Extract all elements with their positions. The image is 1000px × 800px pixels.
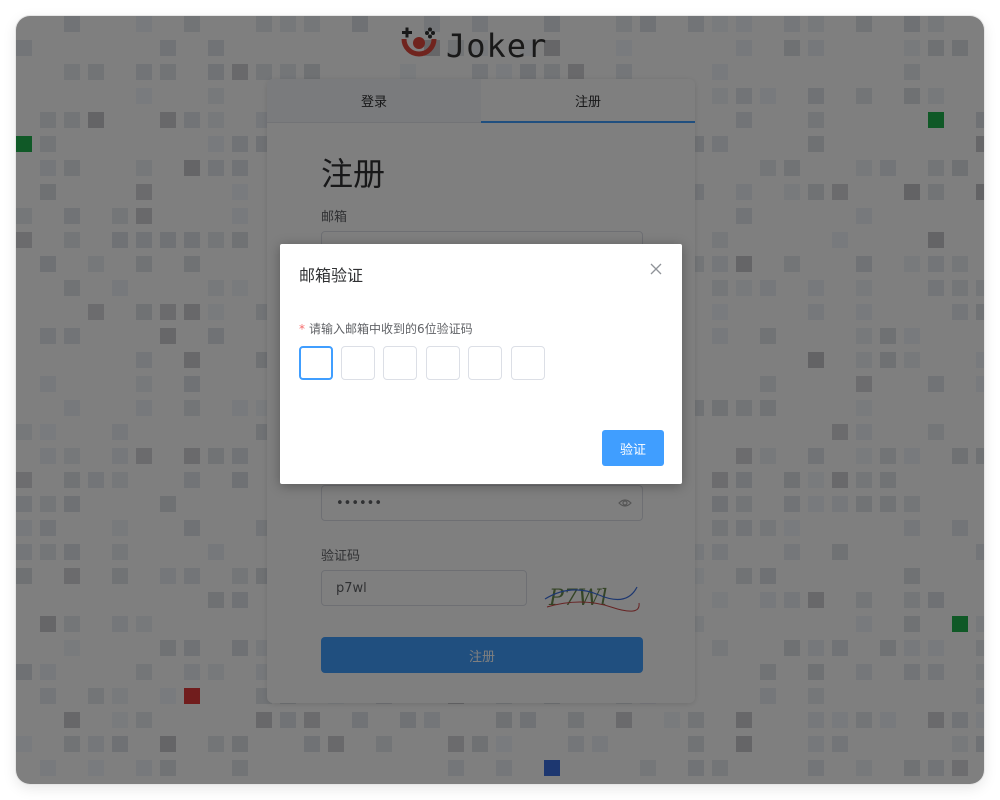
code-digit-input-5[interactable] (468, 346, 502, 380)
code-digit-input-3[interactable] (383, 346, 417, 380)
email-verify-dialog: 邮箱验证 * 请输入邮箱中收到的6位验证码 验证 (280, 244, 682, 484)
dialog-title: 邮箱验证 (299, 266, 364, 285)
code-prompt-text: 请输入邮箱中收到的6位验证码 (309, 322, 473, 336)
required-mark: * (299, 322, 305, 336)
app-window: Joker 登录 注册 注册 邮箱 •••••• 验证码 p7wl P7Wl 注… (16, 16, 984, 784)
code-digit-input-2[interactable] (341, 346, 375, 380)
code-digit-input-6[interactable] (511, 346, 545, 380)
close-icon[interactable] (649, 262, 663, 276)
code-digit-input-4[interactable] (426, 346, 460, 380)
code-prompt: * 请输入邮箱中收到的6位验证码 (299, 320, 473, 337)
code-digit-input-1[interactable] (299, 346, 333, 380)
verify-button[interactable]: 验证 (602, 430, 664, 466)
